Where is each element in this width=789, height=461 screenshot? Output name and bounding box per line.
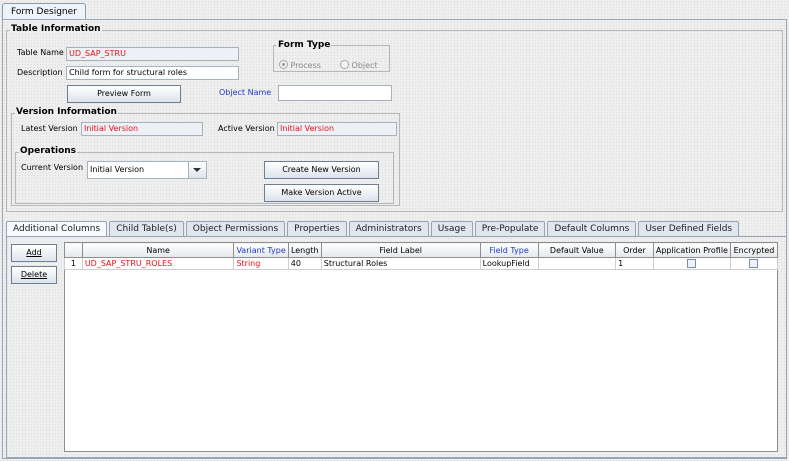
active-version-label: Active Version	[218, 124, 275, 133]
tab-form-designer[interactable]: Form Designer	[2, 3, 86, 20]
column-header-application-profile[interactable]: Application Profile	[652, 242, 731, 258]
form-type-object-option: Object	[340, 60, 378, 70]
additional-columns-table: Name Variant Type Length Field Label Fie…	[64, 242, 779, 270]
add-button[interactable]: Add	[11, 244, 57, 262]
tab-user-defined-fields[interactable]: User Defined Fields	[638, 221, 740, 236]
row-name[interactable]: UD_SAP_STRU_ROLES	[81, 257, 235, 270]
tab-usage[interactable]: Usage	[430, 221, 473, 236]
column-header-default-value[interactable]: Default Value	[537, 242, 617, 258]
object-name-label: Object Name	[219, 88, 272, 97]
object-name-field[interactable]	[278, 85, 392, 101]
add-button-label: Add	[26, 248, 42, 257]
column-header-encrypted[interactable]: Encrypted	[729, 242, 779, 258]
tab-object-permissions[interactable]: Object Permissions	[185, 221, 286, 236]
column-header-order[interactable]: Order	[615, 242, 654, 258]
row-order[interactable]: 1	[615, 257, 654, 270]
tab-strip: Additional Columns Child Table(s) Object…	[6, 221, 741, 237]
table-header-row: Name Variant Type Length Field Label Fie…	[64, 242, 779, 258]
latest-version-label: Latest Version	[21, 124, 78, 133]
column-header-name[interactable]: Name	[81, 242, 235, 258]
table-name-label: Table Name	[17, 48, 64, 57]
encrypted-checkbox[interactable]	[749, 259, 759, 268]
grid-background	[64, 242, 778, 452]
form-type-object-label: Object	[351, 61, 378, 70]
version-information-title: Version Information	[15, 107, 118, 117]
row-number: 1	[64, 257, 83, 270]
operations-title: Operations	[19, 146, 78, 156]
column-header-length[interactable]: Length	[287, 242, 322, 258]
row-field-type[interactable]: LookupField	[479, 257, 539, 270]
delete-button[interactable]: Delete	[11, 266, 57, 284]
form-type-process-option: Process	[279, 60, 321, 70]
tab-child-tables[interactable]: Child Table(s)	[109, 221, 184, 236]
description-label: Description	[17, 68, 63, 77]
preview-form-button[interactable]: Preview Form	[67, 85, 181, 103]
form-type-process-label: Process	[290, 61, 321, 70]
make-version-active-button[interactable]: Make Version Active	[264, 184, 379, 202]
dropdown-arrow-icon[interactable]	[188, 162, 206, 178]
tab-additional-columns[interactable]: Additional Columns	[6, 221, 108, 237]
row-field-label[interactable]: Structural Roles	[320, 257, 481, 270]
delete-button-label: Delete	[20, 270, 48, 279]
table-name-field: UD_SAP_STRU	[66, 47, 239, 61]
description-field[interactable]: Child form for structural roles	[66, 66, 239, 80]
current-version-label: Current Version	[21, 163, 84, 172]
column-header-field-type[interactable]: Field Type	[479, 242, 539, 258]
active-version-field: Initial Version	[277, 122, 397, 136]
tab-administrators[interactable]: Administrators	[348, 221, 429, 236]
create-new-version-button[interactable]: Create New Version	[264, 161, 379, 179]
row-application-profile-cell	[652, 257, 731, 270]
column-header-field-label[interactable]: Field Label	[320, 242, 481, 258]
application-profile-checkbox[interactable]	[687, 259, 697, 268]
latest-version-field: Initial Version	[81, 122, 203, 136]
row-length[interactable]: 40	[287, 257, 322, 270]
form-type-title: Form Type	[277, 40, 332, 50]
row-variant-type[interactable]: String	[233, 257, 289, 270]
table-information-title: Table Information	[10, 24, 102, 34]
current-version-value: Initial Version	[90, 165, 145, 174]
current-version-select[interactable]: Initial Version	[87, 161, 207, 179]
row-default-value[interactable]	[537, 257, 617, 270]
radio-unselected-icon	[340, 60, 349, 69]
row-encrypted-cell	[729, 257, 779, 270]
tab-properties[interactable]: Properties	[287, 221, 347, 236]
tab-default-columns[interactable]: Default Columns	[547, 221, 637, 236]
column-header-index[interactable]	[64, 242, 83, 258]
tab-pre-populate[interactable]: Pre-Populate	[474, 221, 546, 236]
table-row[interactable]: 1 UD_SAP_STRU_ROLES String 40 Structural…	[64, 257, 779, 270]
radio-selected-icon	[279, 60, 288, 69]
column-header-variant-type[interactable]: Variant Type	[233, 242, 289, 258]
